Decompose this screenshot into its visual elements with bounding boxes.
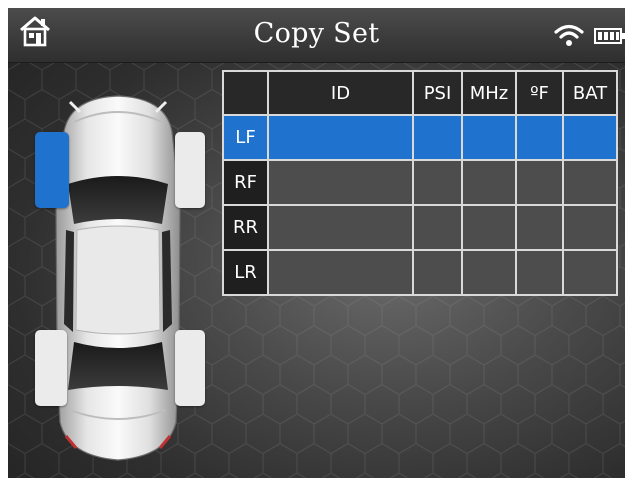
wifi-icon xyxy=(554,24,584,46)
table-header-row: ID PSI MHz ºF BAT xyxy=(222,70,618,116)
column-header-psi: PSI xyxy=(412,70,463,116)
cell-lr-id xyxy=(267,249,414,296)
cell-lr-temp xyxy=(515,249,564,296)
table-row-lf[interactable]: LF xyxy=(222,114,618,161)
tire-rr[interactable] xyxy=(175,330,205,406)
cell-lr-psi xyxy=(412,249,463,296)
cell-lf-temp xyxy=(515,114,564,161)
cell-rf-bat xyxy=(562,159,618,206)
column-header-temp: ºF xyxy=(515,70,564,116)
row-label-rr: RR xyxy=(222,204,269,251)
tpms-screen: Copy Set ID PSI MHz ºF BAT LF RF RR LR xyxy=(8,8,625,478)
row-label-lr: LR xyxy=(222,249,269,296)
row-label-lf: LF xyxy=(222,114,269,161)
cell-lf-bat xyxy=(562,114,618,161)
cell-rf-id xyxy=(267,159,414,206)
cell-rr-mhz xyxy=(461,204,517,251)
tire-lf[interactable] xyxy=(35,132,69,208)
table-row-rf[interactable]: RF xyxy=(222,159,618,206)
column-header-bat: BAT xyxy=(562,70,618,116)
column-header-id: ID xyxy=(267,70,414,116)
tpms-sensor-table: ID PSI MHz ºF BAT LF RF RR LR xyxy=(222,70,618,296)
table-row-lr[interactable]: LR xyxy=(222,249,618,296)
vehicle-diagram xyxy=(30,92,206,464)
column-header-mhz: MHz xyxy=(461,70,517,116)
cell-lf-mhz xyxy=(461,114,517,161)
row-label-rf: RF xyxy=(222,159,269,206)
cell-rr-psi xyxy=(412,204,463,251)
tire-rf[interactable] xyxy=(175,132,205,208)
cell-lf-id xyxy=(267,114,414,161)
page-title: Copy Set xyxy=(253,18,380,49)
cell-rr-temp xyxy=(515,204,564,251)
cell-lf-psi xyxy=(412,114,463,161)
cell-rr-bat xyxy=(562,204,618,251)
tire-lr[interactable] xyxy=(35,330,67,406)
battery-icon xyxy=(594,28,625,44)
cell-lr-bat xyxy=(562,249,618,296)
cell-lr-mhz xyxy=(461,249,517,296)
cell-rr-id xyxy=(267,204,414,251)
title-bar: Copy Set xyxy=(8,8,625,63)
cell-rf-temp xyxy=(515,159,564,206)
table-row-rr[interactable]: RR xyxy=(222,204,618,251)
column-header-position xyxy=(222,70,269,116)
cell-rf-mhz xyxy=(461,159,517,206)
cell-rf-psi xyxy=(412,159,463,206)
